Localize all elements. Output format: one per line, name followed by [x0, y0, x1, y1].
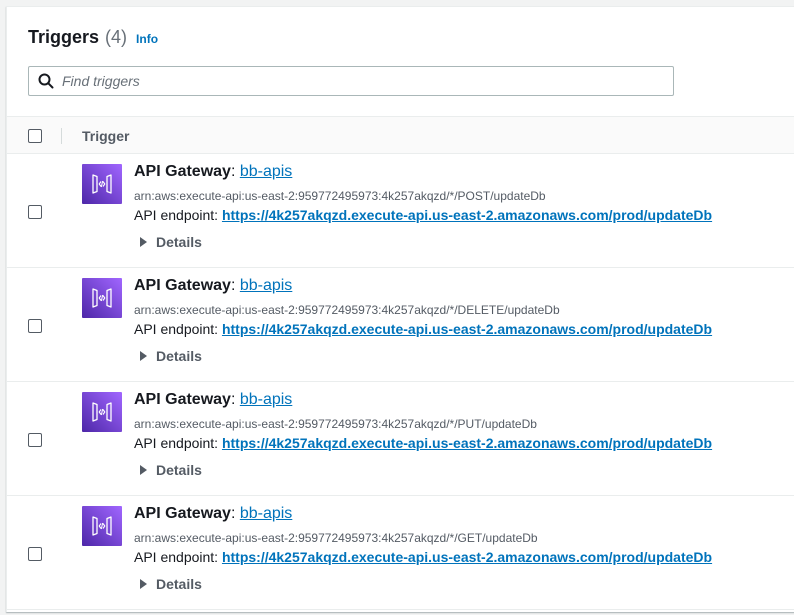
panel-title: Triggers: [28, 27, 100, 47]
api-endpoint: API endpoint: https://4k257akqzd.execute…: [134, 549, 712, 565]
endpoint-label: API endpoint:: [134, 321, 219, 337]
table-row: API Gateway: bb-apis arn:aws:execute-api…: [7, 268, 794, 382]
endpoint-url-link[interactable]: https://4k257akqzd.execute-api.us-east-2…: [222, 321, 712, 337]
service-name: API Gateway: [134, 277, 231, 294]
select-all-checkbox[interactable]: [28, 129, 42, 143]
api-name-link[interactable]: bb-apis: [240, 505, 292, 522]
details-expander[interactable]: Details: [140, 348, 202, 364]
trigger-title: API Gateway: bb-apis: [134, 163, 293, 180]
trigger-arn: arn:aws:execute-api:us-east-2:9597724959…: [134, 189, 546, 203]
caret-right-icon: [140, 465, 147, 475]
service-name: API Gateway: [134, 163, 231, 180]
details-expander[interactable]: Details: [140, 576, 202, 592]
api-gateway-icon: [82, 278, 122, 318]
endpoint-label: API endpoint:: [134, 549, 219, 565]
api-gateway-icon: [82, 506, 122, 546]
details-label: Details: [156, 462, 202, 478]
triggers-panel: Triggers (4) Info Trigger: [6, 6, 794, 612]
api-endpoint: API endpoint: https://4k257akqzd.execute…: [134, 321, 712, 337]
api-endpoint: API endpoint: https://4k257akqzd.execute…: [134, 207, 712, 223]
search-box[interactable]: [28, 66, 674, 96]
service-name: API Gateway: [134, 505, 231, 522]
api-name-link[interactable]: bb-apis: [240, 391, 292, 408]
api-name-link[interactable]: bb-apis: [240, 163, 292, 180]
trigger-title: API Gateway: bb-apis: [134, 505, 293, 522]
trigger-count: (4): [105, 27, 128, 47]
table-row: API Gateway: bb-apis arn:aws:execute-api…: [7, 154, 794, 268]
details-label: Details: [156, 234, 202, 250]
table-header: Trigger: [7, 116, 794, 154]
api-name-link[interactable]: bb-apis: [240, 277, 292, 294]
endpoint-label: API endpoint:: [134, 435, 219, 451]
row-checkbox[interactable]: [28, 205, 42, 219]
caret-right-icon: [140, 237, 147, 247]
column-divider: [61, 128, 62, 144]
details-label: Details: [156, 576, 202, 592]
row-checkbox[interactable]: [28, 433, 42, 447]
endpoint-url-link[interactable]: https://4k257akqzd.execute-api.us-east-2…: [222, 549, 712, 565]
endpoint-label: API endpoint:: [134, 207, 219, 223]
details-expander[interactable]: Details: [140, 234, 202, 250]
trigger-arn: arn:aws:execute-api:us-east-2:9597724959…: [134, 303, 560, 317]
search-icon: [38, 73, 54, 89]
endpoint-url-link[interactable]: https://4k257akqzd.execute-api.us-east-2…: [222, 435, 712, 451]
table-row: API Gateway: bb-apis arn:aws:execute-api…: [7, 496, 794, 610]
row-checkbox[interactable]: [28, 319, 42, 333]
api-gateway-icon: [82, 164, 122, 204]
details-label: Details: [156, 348, 202, 364]
details-expander[interactable]: Details: [140, 462, 202, 478]
trigger-arn: arn:aws:execute-api:us-east-2:9597724959…: [134, 531, 538, 545]
panel-header: Triggers (4) Info: [28, 27, 158, 51]
info-link[interactable]: Info: [136, 32, 158, 46]
table-row: API Gateway: bb-apis arn:aws:execute-api…: [7, 382, 794, 496]
caret-right-icon: [140, 351, 147, 361]
endpoint-url-link[interactable]: https://4k257akqzd.execute-api.us-east-2…: [222, 207, 712, 223]
row-checkbox[interactable]: [28, 547, 42, 561]
column-header-trigger: Trigger: [82, 128, 130, 144]
service-name: API Gateway: [134, 391, 231, 408]
api-endpoint: API endpoint: https://4k257akqzd.execute…: [134, 435, 712, 451]
search-input[interactable]: [62, 73, 652, 89]
caret-right-icon: [140, 579, 147, 589]
trigger-title: API Gateway: bb-apis: [134, 391, 293, 408]
trigger-arn: arn:aws:execute-api:us-east-2:9597724959…: [134, 417, 537, 431]
api-gateway-icon: [82, 392, 122, 432]
trigger-title: API Gateway: bb-apis: [134, 277, 293, 294]
